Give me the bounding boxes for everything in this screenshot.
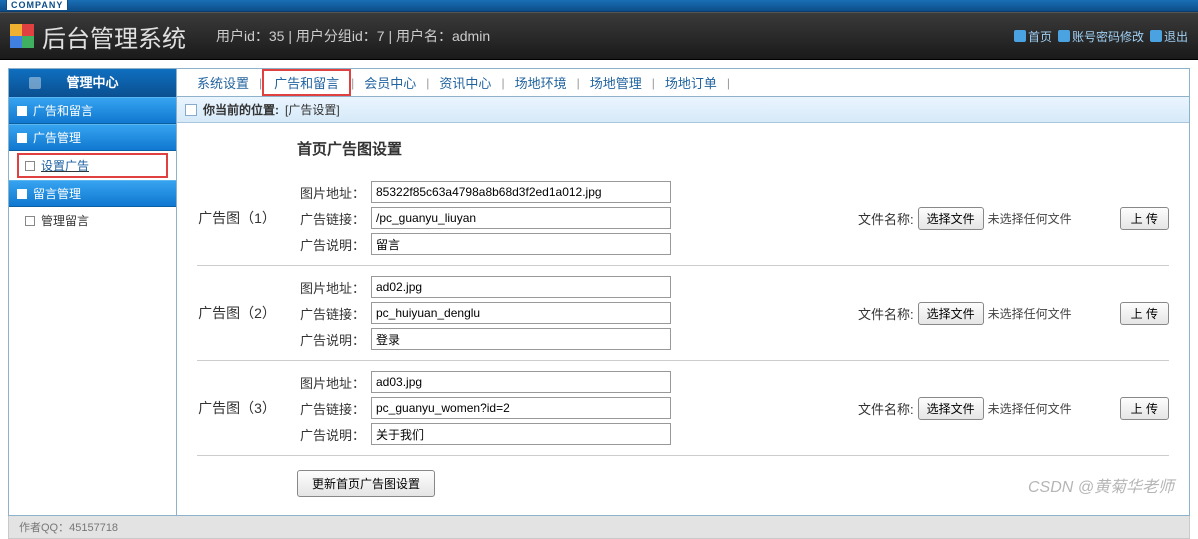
- input-ad-link[interactable]: [371, 207, 671, 229]
- choose-file-button[interactable]: 选择文件: [918, 302, 984, 325]
- watermark: CSDN @黄菊华老师: [1028, 473, 1174, 497]
- file-name-label: 文件名称:: [858, 304, 914, 323]
- tab-2[interactable]: 会员中心: [354, 73, 426, 92]
- upload-button[interactable]: 上 传: [1120, 207, 1169, 230]
- ad-title: 广告图（3）: [197, 398, 277, 418]
- file-status: 未选择任何文件: [988, 210, 1072, 227]
- input-ad-desc[interactable]: [371, 233, 671, 255]
- sidebar-item-set-ad[interactable]: 设置广告: [17, 153, 168, 178]
- update-all-button[interactable]: 更新首页广告图设置: [297, 470, 435, 497]
- power-icon: [1150, 30, 1162, 42]
- company-badge: COMPANY: [6, 0, 68, 11]
- tab-5[interactable]: 场地管理: [580, 73, 652, 92]
- input-img-url[interactable]: [371, 371, 671, 393]
- square-icon: [17, 189, 27, 199]
- input-img-url[interactable]: [371, 181, 671, 203]
- tab-3[interactable]: 资讯中心: [429, 73, 501, 92]
- file-status: 未选择任何文件: [988, 400, 1072, 417]
- label-img-url: 图片地址：: [295, 183, 365, 202]
- upload-button[interactable]: 上 传: [1120, 302, 1169, 325]
- input-img-url[interactable]: [371, 276, 671, 298]
- logout-link[interactable]: 退出: [1150, 28, 1188, 45]
- label-ad-desc: 广告说明：: [295, 235, 365, 254]
- logo-icon: [10, 24, 34, 48]
- input-ad-desc[interactable]: [371, 328, 671, 350]
- section-title: 首页广告图设置: [297, 138, 1169, 159]
- tab-4[interactable]: 场地环境: [505, 73, 577, 92]
- input-ad-link[interactable]: [371, 302, 671, 324]
- doc-icon: [25, 216, 35, 226]
- sidebar-group-ad[interactable]: 广告管理: [9, 124, 176, 151]
- choose-file-button[interactable]: 选择文件: [918, 397, 984, 420]
- tab-1[interactable]: 广告和留言: [262, 69, 351, 96]
- sidebar-section-root[interactable]: 广告和留言: [9, 97, 176, 124]
- file-name-label: 文件名称:: [858, 209, 914, 228]
- sidebar: 管理中心 广告和留言 广告管理 设置广告 留言管理 管理留言: [9, 69, 177, 515]
- main-area: 系统设置|广告和留言|会员中心|资讯中心|场地环境|场地管理|场地订单| 你当前…: [177, 69, 1189, 515]
- user-meta: 用户id：35 | 用户分组id：7 | 用户名：admin: [216, 26, 490, 46]
- home-link[interactable]: 首页: [1014, 28, 1052, 45]
- password-link[interactable]: 账号密码修改: [1058, 28, 1144, 45]
- tab-6[interactable]: 场地订单: [655, 73, 727, 92]
- app-header: 后台管理系统 用户id：35 | 用户分组id：7 | 用户名：admin 首页…: [0, 12, 1198, 60]
- tab-bar: 系统设置|广告和留言|会员中心|资讯中心|场地环境|场地管理|场地订单|: [177, 69, 1189, 97]
- ad-title: 广告图（2）: [197, 303, 277, 323]
- ad-block-1: 广告图（1） 图片地址： 广告链接： 广告说明： 文件名称:选择文件未选择任何文件 上 传: [197, 171, 1169, 266]
- label-ad-desc: 广告说明：: [295, 425, 365, 444]
- page-icon: [185, 104, 197, 116]
- sidebar-item-manage-msg[interactable]: 管理留言: [9, 207, 176, 234]
- label-ad-desc: 广告说明：: [295, 330, 365, 349]
- breadcrumb: 你当前的位置: [广告设置]: [177, 97, 1189, 123]
- app-title: 后台管理系统: [42, 19, 186, 54]
- input-ad-desc[interactable]: [371, 423, 671, 445]
- sidebar-group-msg[interactable]: 留言管理: [9, 180, 176, 207]
- input-ad-link[interactable]: [371, 397, 671, 419]
- doc-icon: [25, 161, 35, 171]
- top-bar: COMPANY: [0, 0, 1198, 12]
- sidebar-header: 管理中心: [9, 69, 176, 97]
- home-icon: [1014, 30, 1026, 42]
- footer: 作者QQ：45157718: [8, 516, 1190, 539]
- upload-button[interactable]: 上 传: [1120, 397, 1169, 420]
- choose-file-button[interactable]: 选择文件: [918, 207, 984, 230]
- ad-block-2: 广告图（2） 图片地址： 广告链接： 广告说明： 文件名称:选择文件未选择任何文件 上 传: [197, 266, 1169, 361]
- label-img-url: 图片地址：: [295, 278, 365, 297]
- label-ad-link: 广告链接：: [295, 304, 365, 323]
- square-icon: [17, 133, 27, 143]
- file-status: 未选择任何文件: [988, 305, 1072, 322]
- label-ad-link: 广告链接：: [295, 399, 365, 418]
- grid-icon: [17, 106, 27, 116]
- label-ad-link: 广告链接：: [295, 209, 365, 228]
- file-name-label: 文件名称:: [858, 399, 914, 418]
- label-img-url: 图片地址：: [295, 373, 365, 392]
- tab-0[interactable]: 系统设置: [187, 73, 259, 92]
- ad-block-3: 广告图（3） 图片地址： 广告链接： 广告说明： 文件名称:选择文件未选择任何文件 上 传: [197, 361, 1169, 456]
- lock-icon: [1058, 30, 1070, 42]
- content: 首页广告图设置 广告图（1）图片地址：广告链接：广告说明：文件名称:选择文件未选…: [177, 123, 1189, 515]
- ad-title: 广告图（1）: [197, 208, 277, 228]
